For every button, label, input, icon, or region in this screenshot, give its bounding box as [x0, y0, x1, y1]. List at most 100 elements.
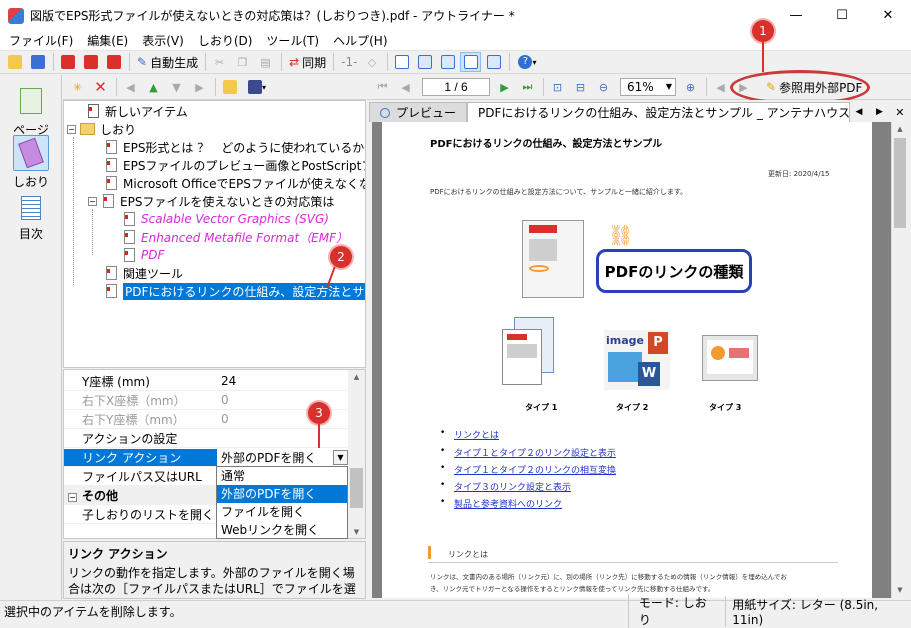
last-page-icon[interactable]: ⏭	[517, 77, 538, 97]
menu-tools[interactable]: ツール(T)	[259, 32, 326, 49]
layout-3-icon[interactable]	[437, 52, 458, 72]
layout-4-icon[interactable]	[460, 52, 482, 72]
tab-scroll-left-icon[interactable]: ◀	[850, 102, 868, 122]
tree-item[interactable]: EPSファイルのプレビュー画像とPostScriptプログラム	[106, 156, 365, 174]
document-scrollbar[interactable]: ▲ ▼	[891, 122, 908, 598]
move-right-icon[interactable]: ▶	[189, 77, 210, 97]
move-left-icon[interactable]: ◀	[120, 77, 141, 97]
cut-icon[interactable]: ✂	[209, 52, 230, 72]
maximize-button[interactable]: ☐	[819, 0, 865, 31]
doc-link[interactable]: 製品と参考資料へのリンク	[440, 497, 562, 510]
help-body: リンクの動作を指定します。外部のファイルを開く場合は次の［ファイルパスまたはUR…	[68, 566, 356, 596]
tree-item[interactable]: Scalable Vector Graphics (SVG)	[124, 210, 329, 228]
property-value[interactable]: 24	[217, 374, 350, 388]
back-icon[interactable]: ◀	[710, 77, 731, 97]
dropdown-option-selected[interactable]: 外部のPDFを開く	[217, 485, 347, 503]
tab-document[interactable]: PDFにおけるリンクの仕組み、設定方法とサンプル _ アンテナハウス PDF資料…	[467, 102, 850, 122]
tab-preview[interactable]: プレビュー	[369, 102, 468, 122]
collapse-icon[interactable]: −	[67, 124, 76, 134]
property-row[interactable]: Y座標 (mm) 24	[64, 372, 350, 391]
document-preview[interactable]: PDFにおけるリンクの仕組み、設定方法とサンプル 更新日: 2020/4/15 …	[372, 122, 891, 598]
tree-item[interactable]: EPS形式とは ？ どのように使われているか	[106, 138, 364, 156]
word-icon: W	[638, 362, 660, 386]
tab-scroll-right-icon[interactable]: ▶	[870, 102, 888, 122]
window-title: 図版でEPS形式ファイルが使えないときの対応策は？(しおりつき).pdf - ア…	[30, 9, 515, 23]
doc-link[interactable]: タイプ３のリンク設定と表示	[440, 480, 571, 493]
type-label: タイプ 3	[709, 403, 742, 412]
next-page-icon[interactable]: ▶	[494, 77, 515, 97]
doc-link[interactable]: タイプ１とタイプ２のリンクの相互変換	[440, 463, 616, 476]
tree-item[interactable]: Microsoft OfficeでEPSファイルが使えなくなった	[106, 174, 365, 192]
sidebar-item-bookmarks[interactable]: しおり	[6, 135, 56, 190]
property-row[interactable]: 右下X座標（mm） 0	[64, 391, 350, 410]
dropdown-option[interactable]: 通常	[217, 467, 347, 485]
move-down-icon[interactable]: ▼	[166, 77, 187, 97]
tree-item[interactable]: 関連ツール	[106, 264, 183, 282]
tree-item[interactable]: − EPSファイルを使えないときの対応策は	[88, 192, 334, 210]
zoom-select[interactable]: 61% ▼	[620, 78, 676, 96]
copy-icon[interactable]: ❐	[232, 52, 253, 72]
page-icon	[106, 158, 117, 172]
zoom-in-icon[interactable]: ⊕	[680, 77, 701, 97]
menu-view[interactable]: 表示(V)	[135, 32, 191, 49]
fit-page-icon[interactable]: ⊡	[547, 77, 568, 97]
tree-item[interactable]: PDF	[124, 246, 164, 264]
chevron-down-icon[interactable]: ▼	[333, 449, 348, 465]
menu-edit[interactable]: 編集(E)	[80, 32, 135, 49]
open-folder-icon[interactable]	[4, 52, 25, 72]
page-number-button[interactable]: -1-	[337, 52, 361, 72]
first-page-icon[interactable]: ⏮	[372, 77, 393, 97]
new-item-icon[interactable]: ✳	[67, 77, 88, 97]
page-icon	[88, 104, 99, 118]
doc-link[interactable]: リンクとは	[440, 428, 499, 441]
delete-icon[interactable]: ✕	[90, 77, 111, 97]
pdf-icon[interactable]	[57, 52, 78, 72]
layout-1-icon[interactable]	[391, 52, 412, 72]
eraser-icon[interactable]: ◇	[361, 52, 382, 72]
minimize-button[interactable]: —	[773, 0, 819, 31]
tab-label: プレビュー	[396, 106, 457, 120]
close-button[interactable]: ✕	[865, 0, 911, 31]
tab-close-icon[interactable]: ✕	[891, 102, 909, 122]
import-folder-icon[interactable]	[219, 77, 240, 97]
help-icon[interactable]: ? ▾	[513, 52, 541, 72]
save-icon[interactable]	[27, 52, 48, 72]
auto-generate-button[interactable]: ✎ 自動生成	[133, 52, 202, 72]
menu-file[interactable]: ファイル(F)	[2, 32, 80, 49]
paste-icon[interactable]: ▤	[255, 52, 276, 72]
tree-item-new[interactable]: 新しいアイテム	[88, 102, 188, 120]
property-value[interactable]: 0	[217, 393, 350, 407]
section-title: リンクとは	[448, 550, 488, 559]
save-dropdown-icon[interactable]: ▾	[242, 77, 272, 97]
sync-button[interactable]: ⇄ 同期	[285, 52, 330, 72]
property-row-link-action[interactable]: リンク アクション 外部のPDFを開く ▼	[64, 448, 350, 467]
tree-item-root[interactable]: − しおり	[67, 120, 136, 138]
doc-link[interactable]: タイプ１とタイプ２のリンク設定と表示	[440, 446, 616, 459]
menu-bookmark[interactable]: しおり(D)	[191, 32, 260, 49]
prev-page-icon[interactable]: ◀	[395, 77, 416, 97]
layout-2-icon[interactable]	[414, 52, 435, 72]
menu-help[interactable]: ヘルプ(H)	[326, 32, 394, 49]
pdf-batch-icon[interactable]	[103, 52, 124, 72]
menu-bar: ファイル(F) 編集(E) 表示(V) しおり(D) ツール(T) ヘルプ(H)	[0, 31, 911, 50]
pdf-export-icon[interactable]	[80, 52, 101, 72]
tree-item[interactable]: Enhanced Metafile Format（EMF）	[124, 228, 348, 246]
collapse-icon[interactable]: −	[88, 196, 97, 206]
dropdown-option[interactable]: Webリンクを開く	[217, 521, 347, 539]
property-scrollbar[interactable]: ▲ ▼	[348, 370, 365, 538]
property-row[interactable]: アクションの設定	[64, 429, 350, 448]
dropdown-option[interactable]: ファイルを開く	[217, 503, 347, 521]
page-icon	[124, 212, 135, 226]
sidebar-item-pages[interactable]: ページ	[6, 83, 56, 138]
page-number-input[interactable]	[422, 78, 490, 96]
fit-width-icon[interactable]: ⊟	[570, 77, 591, 97]
move-up-icon[interactable]: ▲	[143, 77, 164, 97]
link-action-select[interactable]: 外部のPDFを開く ▼	[217, 449, 350, 466]
property-key: 右下X座標（mm）	[82, 393, 186, 408]
image-icon	[608, 352, 642, 382]
sidebar-item-toc[interactable]: 目次	[6, 193, 56, 242]
category-title: その他	[82, 488, 119, 503]
zoom-out-icon[interactable]: ⊖	[593, 77, 614, 97]
property-value[interactable]: 0	[217, 412, 350, 426]
layout-5-icon[interactable]	[483, 52, 504, 72]
